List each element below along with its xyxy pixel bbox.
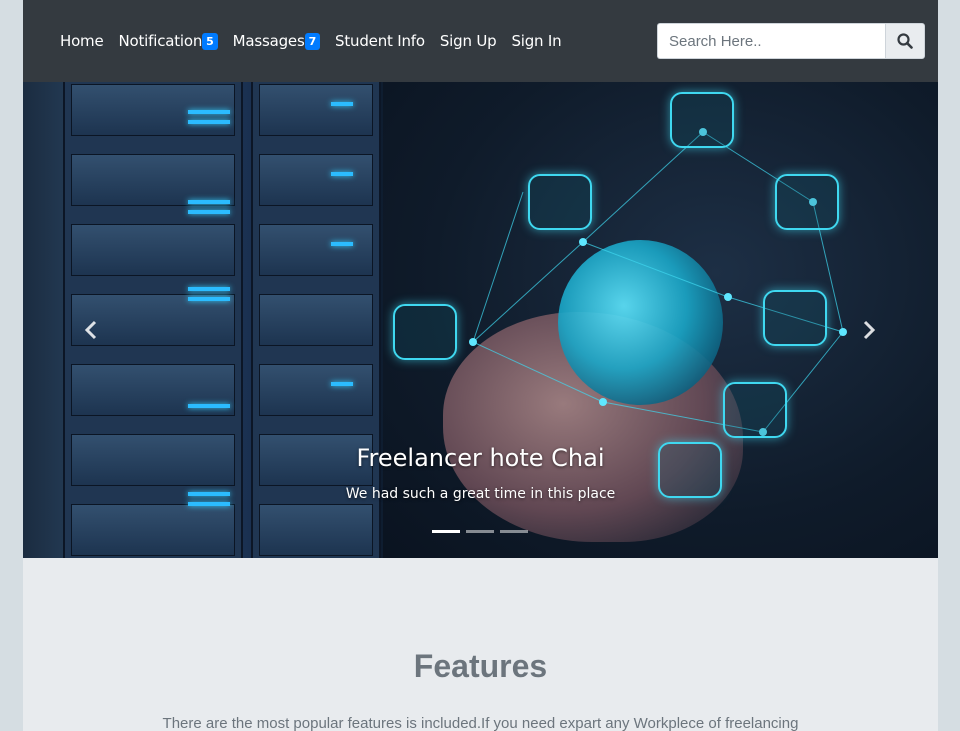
nav-link-notification[interactable]: Notification 5 <box>119 32 218 50</box>
search-form <box>657 23 925 59</box>
carousel-indicator-2[interactable] <box>466 530 494 533</box>
search-input[interactable] <box>657 23 885 59</box>
nav-link-notification-label: Notification <box>118 32 203 50</box>
carousel-caption-title: Freelancer hote Chai <box>356 444 605 472</box>
messages-count-badge: 7 <box>304 32 321 50</box>
nav-link-home-label: Home <box>60 32 104 50</box>
nav-link-student-info[interactable]: Student Info <box>335 32 425 50</box>
nav-link-messages[interactable]: Massages 7 <box>232 32 321 50</box>
features-heading: Features <box>413 648 548 684</box>
chevron-left-icon <box>84 320 97 340</box>
nav-link-messages-label: Massages <box>232 32 305 50</box>
nav-link-sign-in[interactable]: Sign In <box>511 32 561 50</box>
search-button[interactable] <box>885 23 925 59</box>
nav-link-sign-in-label: Sign In <box>511 32 562 50</box>
nav-link-home[interactable]: Home <box>60 32 104 50</box>
nav-link-sign-up[interactable]: Sign Up <box>440 32 497 50</box>
carousel-prev-button[interactable] <box>71 310 111 350</box>
carousel-next-button[interactable] <box>849 310 889 350</box>
nav-link-sign-up-label: Sign Up <box>439 32 497 50</box>
notification-count-badge: 5 <box>202 32 218 50</box>
carousel-indicator-1[interactable] <box>432 530 460 533</box>
nav-links: Home Notification 5 Massages 7 Student I… <box>60 32 576 50</box>
carousel-indicator-3[interactable] <box>500 530 528 533</box>
hero-carousel: Freelancer hote Chai We had such a great… <box>23 82 938 558</box>
page-container: Home Notification 5 Massages 7 Student I… <box>23 0 938 731</box>
nav-link-student-info-label: Student Info <box>335 32 425 50</box>
features-description: There are the most popular features is i… <box>162 715 799 731</box>
search-icon <box>897 33 913 49</box>
top-navbar: Home Notification 5 Massages 7 Student I… <box>23 0 938 82</box>
carousel-indicators <box>432 530 534 533</box>
carousel-caption-subtitle: We had such a great time in this place <box>345 486 616 502</box>
chevron-right-icon <box>863 320 876 340</box>
